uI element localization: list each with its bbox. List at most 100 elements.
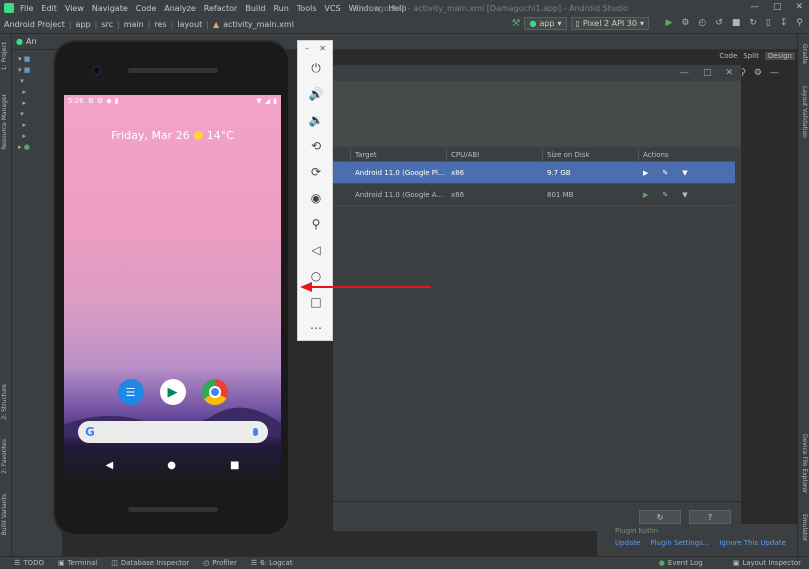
- tree-toggle-icon[interactable]: ▾: [18, 109, 30, 120]
- tab-gradle[interactable]: Gradle: [801, 44, 808, 64]
- messages-app-icon[interactable]: ☰: [117, 379, 144, 405]
- maximize-icon[interactable]: □: [703, 68, 712, 78]
- camera-icon[interactable]: ◉: [307, 189, 325, 207]
- column-header-target[interactable]: Target: [351, 147, 447, 162]
- volume-down-icon[interactable]: 🔉: [307, 111, 325, 129]
- menu-navigate[interactable]: Navigate: [92, 4, 128, 13]
- tab-project[interactable]: 1: Project: [1, 42, 8, 70]
- breadcrumb-layout[interactable]: layout: [177, 20, 202, 29]
- home-icon[interactable]: ●: [167, 460, 176, 471]
- tab-structure[interactable]: 2: Structure: [1, 384, 8, 420]
- more-actions-icon[interactable]: ▼: [682, 169, 687, 177]
- close-icon[interactable]: ✕: [795, 2, 803, 12]
- tab-layout-validation[interactable]: Layout Validation: [801, 86, 808, 138]
- profiler-tab[interactable]: ◴ Profiler: [203, 559, 237, 567]
- update-link[interactable]: Update: [615, 539, 640, 547]
- event-log-tab[interactable]: ● Event Log: [659, 559, 703, 567]
- overview-icon[interactable]: ■: [230, 460, 239, 471]
- sdk-manager-icon[interactable]: ↧: [780, 18, 788, 28]
- launch-icon[interactable]: ▶: [643, 191, 648, 199]
- close-icon[interactable]: ✕: [725, 68, 733, 78]
- plugin-settings-link[interactable]: Plugin Settings...: [650, 539, 709, 547]
- play-store-app-icon[interactable]: ▶: [159, 379, 186, 405]
- menu-vcs[interactable]: VCS: [325, 4, 341, 13]
- tree-toggle-icon[interactable]: ▸: [18, 87, 30, 98]
- tab-emulator[interactable]: Emulator: [801, 514, 808, 541]
- mic-icon[interactable]: [253, 428, 258, 436]
- tab-favorites[interactable]: 2: Favorites: [1, 439, 8, 474]
- menu-refactor[interactable]: Refactor: [204, 4, 238, 13]
- tree-toggle-icon[interactable]: ▾ ■: [18, 65, 30, 76]
- run-config-select[interactable]: ● app ▾: [524, 17, 567, 30]
- at-a-glance-widget[interactable]: Friday, Mar 26 14°C: [64, 129, 281, 142]
- todo-tab[interactable]: ☰ TODO: [14, 559, 44, 567]
- overview-icon[interactable]: □: [307, 293, 325, 311]
- close-icon[interactable]: ✕: [319, 44, 326, 53]
- hammer-icon[interactable]: ⚒: [511, 18, 520, 29]
- rotate-right-icon[interactable]: ⟳: [307, 163, 325, 181]
- column-header-cpu[interactable]: CPU/ABI: [447, 147, 543, 162]
- rotate-left-icon[interactable]: ⟲: [307, 137, 325, 155]
- layout-inspector-tab[interactable]: ▣ Layout Inspector: [733, 559, 801, 567]
- tree-toggle-icon[interactable]: ▾: [18, 76, 30, 87]
- menu-analyze[interactable]: Analyze: [164, 4, 196, 13]
- back-icon[interactable]: ◀: [106, 460, 114, 471]
- menu-build[interactable]: Build: [245, 4, 265, 13]
- edit-icon[interactable]: ✎: [662, 191, 668, 199]
- code-mode-button[interactable]: Code: [719, 52, 737, 60]
- tree-toggle-icon[interactable]: ▸: [18, 131, 30, 142]
- menu-tools[interactable]: Tools: [297, 4, 317, 13]
- volume-up-icon[interactable]: 🔊: [307, 85, 325, 103]
- tree-toggle-icon[interactable]: ▸: [18, 120, 30, 131]
- avd-manager-icon[interactable]: ▯: [766, 18, 771, 28]
- zoom-icon[interactable]: ⚲: [307, 215, 325, 233]
- menu-file[interactable]: File: [20, 4, 33, 13]
- table-row[interactable]: Android 11.0 (Google Pl... x86 9.7 GB ▶ …: [333, 162, 735, 184]
- edit-icon[interactable]: ✎: [662, 169, 668, 177]
- minimize-icon[interactable]: –: [305, 44, 309, 53]
- tree-toggle-icon[interactable]: ▸ ●: [18, 142, 30, 153]
- menu-code[interactable]: Code: [136, 4, 156, 13]
- breadcrumb-project[interactable]: Android Project: [4, 20, 65, 29]
- table-row[interactable]: Android 11.0 (Google A... x86 801 MB ▶ ✎…: [333, 184, 735, 206]
- breadcrumb-app[interactable]: app: [76, 20, 91, 29]
- breadcrumb-file[interactable]: activity_main.xml: [223, 20, 294, 29]
- column-header-size[interactable]: Size on Disk: [543, 147, 639, 162]
- device-select[interactable]: ▯ Pixel 2 API 30 ▾: [570, 17, 649, 30]
- emulator-screen[interactable]: 5:26 ⚙ ⚙ ◆ ▮ ▼ ◢ ▮ Friday, Mar 26 14°C ☰…: [64, 95, 281, 484]
- more-actions-icon[interactable]: ▼: [682, 191, 687, 199]
- terminal-tab[interactable]: ▣ Terminal: [58, 559, 97, 567]
- help-button[interactable]: ?: [689, 510, 731, 524]
- minimize-icon[interactable]: —: [750, 2, 759, 12]
- refresh-button[interactable]: ↻: [639, 510, 681, 524]
- more-icon[interactable]: ⋯: [307, 319, 325, 337]
- gear-icon[interactable]: ⚙: [754, 68, 762, 78]
- tree-toggle-icon[interactable]: ▾ ■: [18, 54, 30, 65]
- maximize-icon[interactable]: □: [773, 2, 782, 12]
- power-icon[interactable]: ⏻: [307, 59, 325, 77]
- project-tree[interactable]: ▾ ■ ▾ ■ ▾ ▸ ▸ ▾ ▸ ▸ ▸ ●: [18, 54, 30, 153]
- database-inspector-tab[interactable]: ◫ Database Inspector: [111, 559, 189, 567]
- chrome-app-icon[interactable]: [201, 379, 228, 405]
- tab-device-file-explorer[interactable]: Device File Explorer: [801, 434, 808, 493]
- minimize-icon[interactable]: —: [680, 68, 689, 78]
- design-mode-button[interactable]: Design: [764, 52, 795, 60]
- menu-run[interactable]: Run: [273, 4, 288, 13]
- menu-edit[interactable]: Edit: [41, 4, 57, 13]
- tree-toggle-icon[interactable]: ▸: [18, 98, 30, 109]
- minimize-panel-icon[interactable]: —: [770, 68, 779, 78]
- google-search-bar[interactable]: G: [78, 421, 268, 443]
- stop-icon[interactable]: ■: [732, 18, 741, 28]
- launch-icon[interactable]: ▶: [643, 169, 648, 177]
- debug-icon[interactable]: ⚙: [681, 18, 689, 28]
- tab-resource-manager[interactable]: Resource Manager: [1, 94, 8, 150]
- tab-build-variants[interactable]: Build Variants: [1, 494, 8, 535]
- breadcrumb-src[interactable]: src: [101, 20, 113, 29]
- logcat-tab[interactable]: ☰ 6: Logcat: [251, 559, 293, 567]
- menu-view[interactable]: View: [65, 4, 84, 13]
- attach-icon[interactable]: ↺: [715, 18, 723, 28]
- breadcrumb-res[interactable]: res: [154, 20, 166, 29]
- column-header-actions[interactable]: Actions: [639, 148, 735, 162]
- back-icon[interactable]: ◁: [307, 241, 325, 259]
- profile-icon[interactable]: ◴: [698, 18, 706, 28]
